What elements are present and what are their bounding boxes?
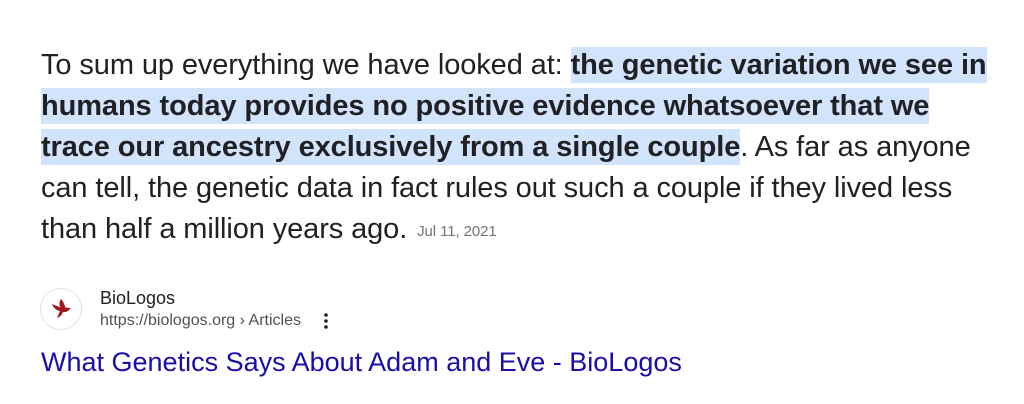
source-text: BioLogos https://biologos.org › Articles	[100, 286, 333, 332]
dove-icon	[52, 299, 71, 318]
featured-snippet-text: To sum up everything we have looked at: …	[41, 45, 1001, 252]
site-name[interactable]: BioLogos	[100, 286, 333, 310]
snippet-lead-text: To sum up everything we have looked at:	[41, 49, 571, 81]
site-url-breadcrumb[interactable]: https://biologos.org › Articles	[100, 310, 301, 332]
url-row: https://biologos.org › Articles	[100, 310, 333, 332]
site-favicon[interactable]	[40, 288, 82, 330]
more-vert-icon[interactable]	[319, 310, 333, 332]
result-title-link[interactable]: What Genetics Says About Adam and Eve - …	[41, 345, 682, 379]
source-attribution[interactable]: BioLogos https://biologos.org › Articles	[40, 285, 333, 333]
snippet-date: Jul 11, 2021	[417, 223, 497, 240]
